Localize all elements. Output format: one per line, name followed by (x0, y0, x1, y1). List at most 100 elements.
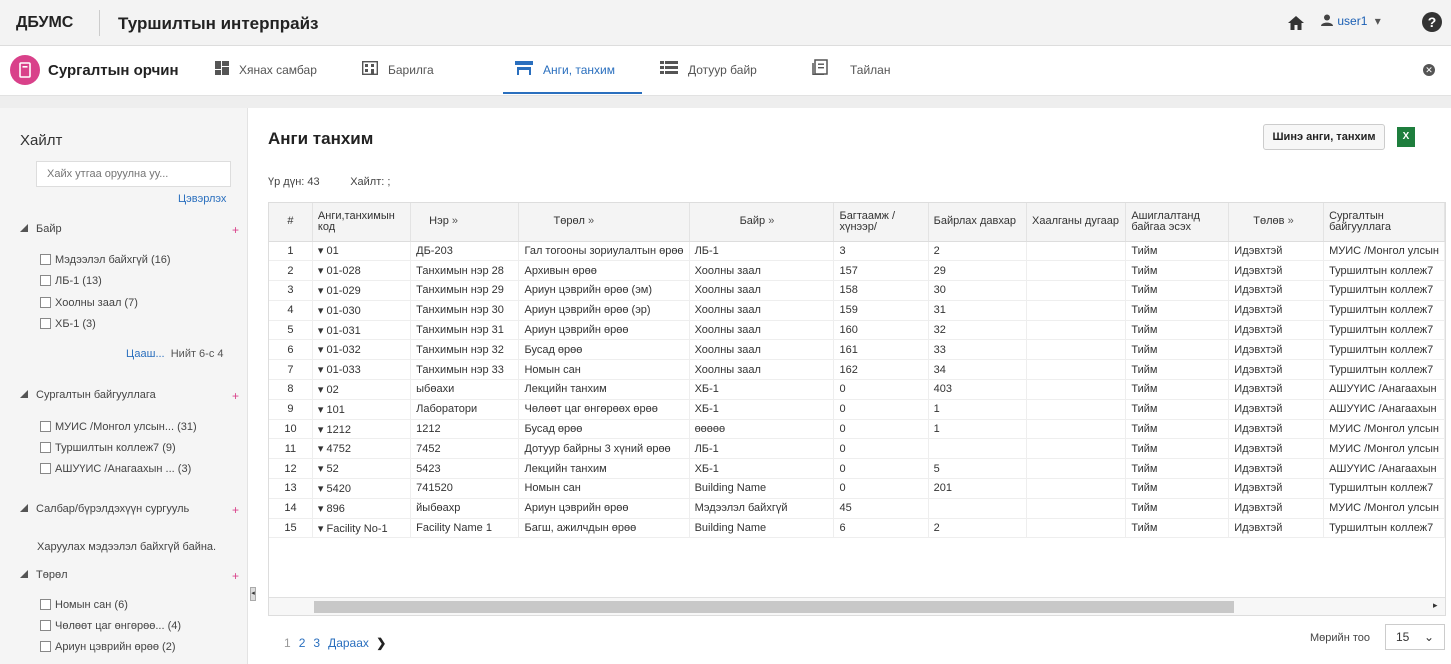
scroll-right-icon[interactable]: ▸ (1433, 600, 1438, 611)
column-header[interactable]: Ашиглалтанд байгаа эсэх (1125, 203, 1230, 242)
next-link[interactable]: Дараах (328, 636, 369, 650)
new-classroom-button[interactable]: Шинэ анги, танхим (1263, 124, 1385, 150)
page-3[interactable]: 3 (313, 636, 320, 650)
checkbox[interactable] (40, 297, 51, 308)
row-expand-icon[interactable]: ▾ (318, 285, 327, 297)
page-1[interactable]: 1 (284, 636, 291, 650)
checkbox[interactable] (40, 463, 51, 474)
table-cell: 6 (269, 339, 313, 361)
table-row[interactable]: 2 ▾ 01-028 Танхимын нэр 28 Архивын өрөө Хоол… (269, 260, 1445, 282)
user-menu[interactable]: user1 ▾ (1320, 14, 1381, 28)
row-expand-icon[interactable]: ▾ (318, 443, 327, 455)
table-row[interactable]: 1 ▾ 01 ДБ-203 Гал тогооны зориулалтын өрөө Л… (269, 241, 1445, 262)
column-header[interactable]: Анги,танхимын код (312, 203, 412, 242)
clear-link[interactable]: Цэвэрлэх (178, 193, 226, 205)
table-cell: Мэдээлэл байхгүй (689, 498, 835, 519)
checkbox[interactable] (40, 318, 51, 329)
row-expand-icon[interactable]: ▾ (318, 463, 327, 475)
row-expand-icon[interactable]: ▾ (318, 503, 327, 515)
table-row[interactable]: 15 ▾ Facility No-1 Facility Name 1 Багш, аж… (269, 518, 1445, 539)
column-header[interactable]: Нэр » (410, 203, 520, 242)
app-title[interactable]: Сургалтын орчин (48, 62, 179, 79)
row-expand-icon[interactable]: ▾ (318, 325, 327, 337)
row-expand-icon[interactable]: ▾ (318, 404, 327, 416)
column-header[interactable]: Байрлах давхар (928, 203, 1028, 242)
filter-checkbox[interactable]: ЛБ-1 (13) (40, 275, 102, 287)
column-header[interactable]: Багтаамж / хүнээр/ (833, 203, 929, 242)
filter-checkbox[interactable]: Туршилтын коллеж7 (9) (40, 442, 176, 454)
checkbox[interactable] (40, 421, 51, 432)
filter-section-type[interactable]: Төрөл (20, 569, 68, 581)
table-row[interactable]: 5 ▾ 01-031 Танхимын нэр 31 Ариун цэврийн өр… (269, 320, 1445, 341)
cell-text: 52 (326, 463, 339, 476)
horizontal-scrollbar[interactable]: ◂ ▸ (269, 597, 1445, 615)
more-link[interactable]: Цааш... (126, 348, 165, 360)
add-icon[interactable]: + (232, 569, 239, 583)
page-2[interactable]: 2 (299, 636, 306, 650)
column-header[interactable]: Хаалганы дугаар (1026, 203, 1127, 242)
nav-dormitory[interactable]: Дотуур байр (660, 46, 757, 94)
checkbox[interactable] (40, 599, 51, 610)
nav-report[interactable]: Тайлан (812, 46, 890, 94)
nav-classroom[interactable]: Анги, танхим (503, 46, 642, 94)
checkbox[interactable] (40, 275, 51, 286)
filter-checkbox[interactable]: Номын сан (6) (40, 599, 128, 611)
rows-per-page-select[interactable]: 15 ⌄ (1385, 624, 1445, 650)
scrollbar-thumb[interactable] (314, 601, 1234, 613)
checkbox[interactable] (40, 620, 51, 631)
row-expand-icon[interactable]: ▾ (318, 384, 327, 396)
checkbox[interactable] (40, 442, 51, 453)
row-expand-icon[interactable]: ▾ (318, 424, 327, 436)
table-row[interactable]: 14 ▾ 896 йыбөахр Ариун цэврийн өрөө Мэдээлэл… (269, 498, 1445, 519)
filter-checkbox[interactable]: Ариун цэврийн өрөө (2) (40, 641, 176, 653)
table-row[interactable]: 6 ▾ 01-032 Танхимын нэр 32 Бусад өрөө Хоолны… (269, 339, 1445, 361)
table-row[interactable]: 10 ▾ 1212 1212 Бусад өрөө өөөөө 0 1 Тийм Идэвхтэ… (269, 419, 1445, 440)
table-row[interactable]: 12 ▾ 52 5423 Лекцийн танхим ХБ-1 0 5 Тийм Идэвхт… (269, 458, 1445, 480)
table-cell: Тийм (1125, 339, 1230, 361)
add-icon[interactable]: + (232, 503, 239, 517)
column-header[interactable]: Сургалтын байгууллага (1323, 203, 1445, 242)
brand-logo[interactable]: ДБУМС (16, 14, 73, 32)
row-expand-icon[interactable]: ▾ (318, 483, 327, 495)
table-row[interactable]: 8 ▾ 02 ыбөахи Лекцийн танхим ХБ-1 0 403 Тийм Идэ… (269, 379, 1445, 400)
column-header[interactable]: Төлөв » (1228, 203, 1325, 242)
filter-checkbox[interactable]: Мэдээлэл байхгүй (16) (40, 254, 171, 266)
filter-section-branch[interactable]: Салбар/бүрэлдэхүүн сургууль (20, 503, 189, 515)
row-expand-icon[interactable]: ▾ (318, 265, 327, 277)
table-row[interactable]: 4 ▾ 01-030 Танхимын нэр 30 Ариун цэврийн өр… (269, 300, 1445, 321)
row-expand-icon[interactable]: ▾ (318, 523, 327, 535)
add-icon[interactable]: + (232, 389, 239, 403)
sidebar-collapse-handle[interactable]: ◂ (250, 587, 256, 601)
column-header[interactable]: Байр » (689, 203, 835, 242)
chevron-right-icon[interactable]: ❯ (376, 636, 386, 650)
excel-icon[interactable]: X (1397, 127, 1415, 147)
table-row[interactable]: 3 ▾ 01-029 Танхимын нэр 29 Ариун цэврийн өр… (269, 280, 1445, 301)
home-icon[interactable] (1287, 14, 1305, 32)
row-expand-icon[interactable]: ▾ (318, 305, 327, 317)
checkbox[interactable] (40, 641, 51, 652)
table-row[interactable]: 7 ▾ 01-033 Танхимын нэр 33 Номын сан Хоолны … (269, 359, 1445, 381)
row-expand-icon[interactable]: ▾ (318, 245, 327, 257)
row-expand-icon[interactable]: ▾ (318, 344, 327, 356)
checkbox[interactable] (40, 254, 51, 265)
table-row[interactable]: 13 ▾ 5420 741520 Номын сан Building Name 0 201… (269, 478, 1445, 499)
help-icon[interactable]: ? (1422, 12, 1442, 32)
nav-building[interactable]: Барилга (361, 46, 434, 94)
filter-checkbox[interactable]: АШУҮИС /Анагаахын ... (3) (40, 463, 191, 475)
filter-section-organization[interactable]: Сургалтын байгууллага (20, 389, 156, 401)
close-icon[interactable]: ✕ (1423, 64, 1435, 76)
filter-checkbox[interactable]: Чөлөөт цаг өнгөрөө... (4) (40, 620, 181, 632)
row-expand-icon[interactable]: ▾ (318, 364, 327, 376)
filter-checkbox[interactable]: МУИС /Монгол улсын... (31) (40, 421, 197, 433)
filter-checkbox[interactable]: ХБ-1 (3) (40, 318, 96, 330)
table-row[interactable]: 11 ▾ 4752 7452 Дотуур байрны 3 хүний өрөө ЛБ… (269, 438, 1445, 460)
filter-section-building[interactable]: Байр (20, 223, 62, 235)
filter-checkbox[interactable]: Хоолны заал (7) (40, 297, 138, 309)
column-header[interactable]: Төрөл » (518, 203, 690, 242)
add-icon[interactable]: + (232, 223, 239, 237)
nav-dashboard[interactable]: Хянах самбар (215, 46, 317, 94)
table-cell: Тийм (1125, 320, 1230, 341)
search-input[interactable] (36, 161, 231, 187)
table-cell: Туршилтын коллеж7 (1323, 518, 1445, 539)
table-row[interactable]: 9 ▾ 101 Лаборатори Чөлөөт цаг өнгөрөөх өрөө… (269, 399, 1445, 420)
